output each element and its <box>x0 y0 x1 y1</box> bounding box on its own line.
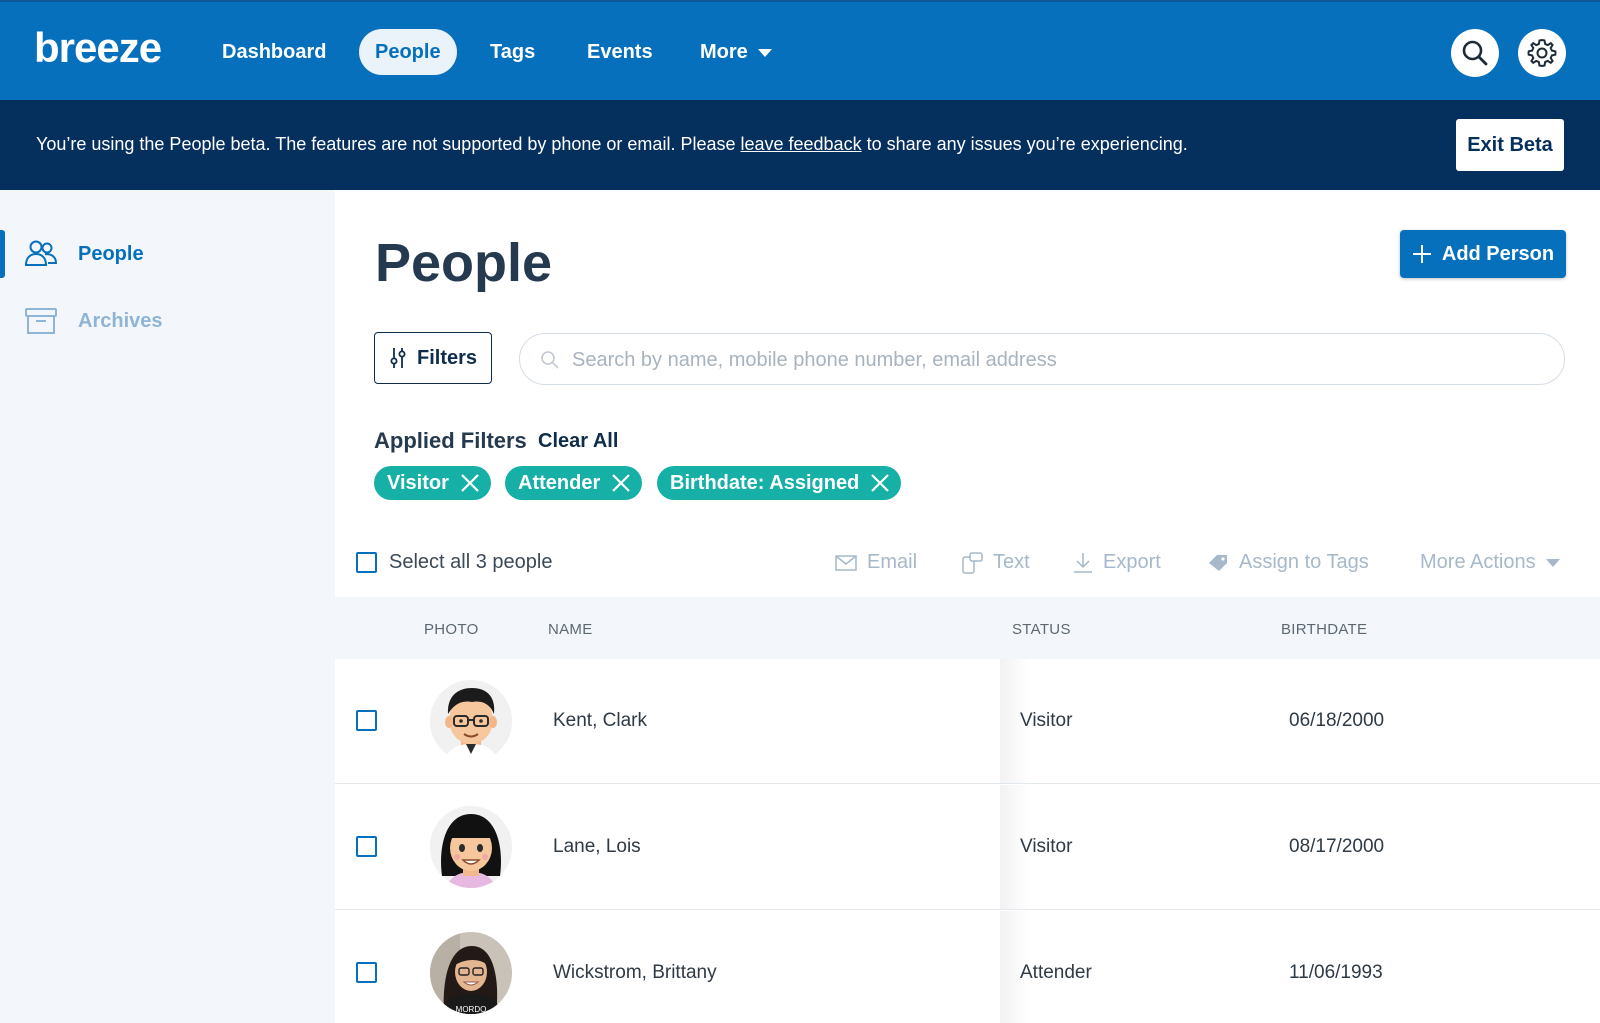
search-button[interactable] <box>1451 29 1499 77</box>
column-header-photo: PHOTO <box>424 621 479 638</box>
person-status: Attender <box>1020 962 1092 983</box>
row-checkbox[interactable] <box>356 962 377 983</box>
row-checkbox[interactable] <box>356 710 377 731</box>
envelope-icon <box>835 554 857 571</box>
nav-more[interactable]: More <box>684 29 788 75</box>
top-navigation: breeze Dashboard People Tags Events More <box>0 0 1600 100</box>
person-name[interactable]: Wickstrom, Brittany <box>553 962 717 984</box>
banner-text-after: to share any issues you’re experiencing. <box>861 134 1188 154</box>
photo-avatar: MORDO <box>430 932 512 1014</box>
person-birthdate: 06/18/2000 <box>1289 710 1385 731</box>
filter-chip-visitor: Visitor <box>374 466 491 500</box>
person-birthdate: 08/17/2000 <box>1289 836 1385 857</box>
text-action[interactable]: Text <box>961 551 1030 574</box>
sidebar-item-people[interactable]: People <box>0 230 335 278</box>
filters-button[interactable]: Filters <box>374 332 492 384</box>
select-all-checkbox[interactable] <box>356 552 377 573</box>
applied-filters-label: Applied Filters <box>374 428 527 453</box>
column-header-birthdate[interactable]: BIRTHDATE <box>1281 621 1367 638</box>
sidebar: People Archives <box>0 190 335 1023</box>
person-status: Visitor <box>1020 710 1073 731</box>
text-action-label: Text <box>993 551 1030 573</box>
more-actions-dropdown[interactable]: More Actions <box>1420 551 1560 574</box>
filter-chip-attender: Attender <box>505 466 643 500</box>
plus-icon <box>1412 245 1431 263</box>
row-checkbox[interactable] <box>356 836 377 857</box>
table-row[interactable]: MORDO Wickstrom, Brittany Attender 11/06… <box>335 911 1600 1023</box>
svg-text:MORDO: MORDO <box>456 1005 487 1014</box>
column-header-status[interactable]: STATUS <box>1012 621 1071 638</box>
assign-tags-action-label: Assign to Tags <box>1239 551 1369 573</box>
filter-chip-label: Visitor <box>387 471 449 494</box>
beta-banner-text: You’re using the People beta. The featur… <box>36 134 1188 155</box>
chevron-down-icon <box>1545 558 1560 567</box>
table-row[interactable]: Kent, Clark Visitor 06/18/2000 <box>335 659 1600 784</box>
add-person-button[interactable]: Add Person <box>1400 230 1566 278</box>
person-name[interactable]: Kent, Clark <box>553 710 647 732</box>
beta-banner: You’re using the People beta. The featur… <box>0 100 1600 190</box>
nav-more-label: More <box>700 41 748 63</box>
filter-chip-label: Attender <box>518 471 601 494</box>
tag-icon <box>1209 554 1227 571</box>
exit-beta-button[interactable]: Exit Beta <box>1456 119 1564 171</box>
banner-text-before: You’re using the People beta. The featur… <box>36 134 741 154</box>
cartoon-man-avatar <box>430 680 512 762</box>
page-title: People <box>375 233 553 293</box>
table-row[interactable]: Lane, Lois Visitor 08/17/2000 <box>335 785 1600 910</box>
email-action[interactable]: Email <box>835 551 917 574</box>
people-icon <box>24 240 58 266</box>
filter-chip-birthdate: Birthdate: Assigned <box>657 466 902 500</box>
table-header: PHOTO NAME STATUS BIRTHDATE <box>335 597 1600 659</box>
cartoon-woman-avatar <box>430 806 512 888</box>
settings-button[interactable] <box>1518 29 1566 77</box>
clear-all-button[interactable]: Clear All <box>538 430 618 453</box>
sidebar-item-archives-label: Archives <box>78 309 163 332</box>
phone-message-icon <box>962 551 983 574</box>
search-icon <box>1462 40 1488 66</box>
person-birthdate: 11/06/1993 <box>1289 962 1383 983</box>
nav-tags[interactable]: Tags <box>474 29 551 75</box>
main-content: People Add Person Filters Applied Filter… <box>335 190 1600 1023</box>
close-icon[interactable] <box>610 472 632 494</box>
filter-chip-label: Birthdate: Assigned <box>670 471 860 494</box>
download-icon <box>1074 552 1092 573</box>
avatar[interactable]: MORDO <box>430 932 512 1014</box>
nav-people[interactable]: People <box>359 29 457 75</box>
filters-label: Filters <box>416 346 478 369</box>
email-action-label: Email <box>867 551 918 573</box>
column-header-name[interactable]: NAME <box>548 621 593 638</box>
people-search[interactable] <box>519 333 1565 385</box>
sidebar-item-archives[interactable]: Archives <box>0 297 335 345</box>
export-action-label: Export <box>1103 551 1161 573</box>
close-icon[interactable] <box>459 472 481 494</box>
nav-dashboard[interactable]: Dashboard <box>206 29 342 75</box>
person-status: Visitor <box>1020 836 1073 857</box>
search-input[interactable] <box>572 346 1532 374</box>
assign-tags-action[interactable]: Assign to Tags <box>1207 551 1369 574</box>
gear-icon <box>1527 38 1557 68</box>
search-icon <box>541 351 559 369</box>
add-person-label: Add Person <box>1441 242 1555 265</box>
person-name[interactable]: Lane, Lois <box>553 836 641 858</box>
breeze-logo[interactable]: breeze <box>34 24 162 72</box>
leave-feedback-link[interactable]: leave feedback <box>740 134 861 154</box>
more-actions-label: More Actions <box>1420 551 1536 573</box>
sliders-icon <box>390 348 406 368</box>
archive-icon <box>25 308 57 334</box>
nav-events[interactable]: Events <box>571 29 669 75</box>
select-all-label: Select all 3 people <box>389 551 553 573</box>
sidebar-item-people-label: People <box>78 242 144 265</box>
close-icon[interactable] <box>869 472 891 494</box>
export-action[interactable]: Export <box>1073 551 1161 574</box>
avatar[interactable] <box>430 680 512 762</box>
avatar[interactable] <box>430 806 512 888</box>
caret-down-icon <box>757 48 772 57</box>
